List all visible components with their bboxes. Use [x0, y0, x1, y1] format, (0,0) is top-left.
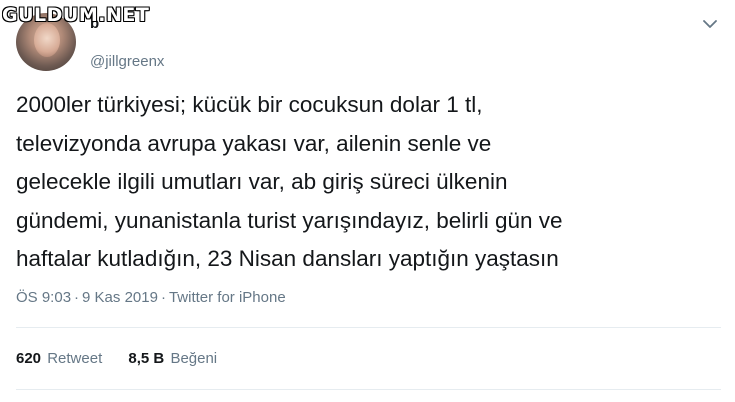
tweet-text-line: televizyonda avrupa yakası var, ailenin … [16, 130, 492, 156]
tweet-source-link[interactable]: Twitter for iPhone [169, 289, 286, 306]
avatar-face [34, 23, 60, 57]
user-handle[interactable]: @jillgreenx [90, 53, 164, 70]
tweet-text-line: 2000ler türkiyesi; kücük bir cocuksun do… [16, 92, 483, 117]
like-stat[interactable]: 8,5 B Beğeni [128, 350, 217, 367]
like-label: Beğeni [170, 350, 218, 367]
retweet-stat[interactable]: 620 Retweet [16, 350, 102, 367]
retweet-count: 620 [16, 350, 42, 367]
tweet-time[interactable]: ÖS 9:03 [16, 289, 71, 306]
meta-separator: · [160, 289, 166, 306]
meta-separator: · [74, 289, 80, 306]
chevron-down-icon[interactable] [699, 13, 721, 35]
watermark-logo: GULDUM.NET [2, 4, 150, 26]
tweet-text-line: haftalar kutladığın, 23 Nisan dansları y… [16, 246, 559, 271]
tweet-text-line: gelecekle ilgili umutları var, ab giriş … [16, 169, 508, 194]
divider [16, 327, 721, 328]
divider [16, 389, 721, 390]
tweet-stats: 620 Retweet 8,5 B Beğeni [16, 350, 239, 367]
retweet-label: Retweet [47, 350, 103, 367]
like-count: 8,5 B [128, 350, 165, 367]
tweet-meta: ÖS 9:03 · 9 Kas 2019 · Twitter for iPhone [16, 289, 286, 306]
tweet-text-line: gündemi, yunanistanla turist yarışındayı… [16, 207, 563, 233]
tweet-date[interactable]: 9 Kas 2019 [82, 289, 158, 306]
tweet-text: 2000ler türkiyesi; kücük bir cocuksun do… [16, 86, 721, 279]
